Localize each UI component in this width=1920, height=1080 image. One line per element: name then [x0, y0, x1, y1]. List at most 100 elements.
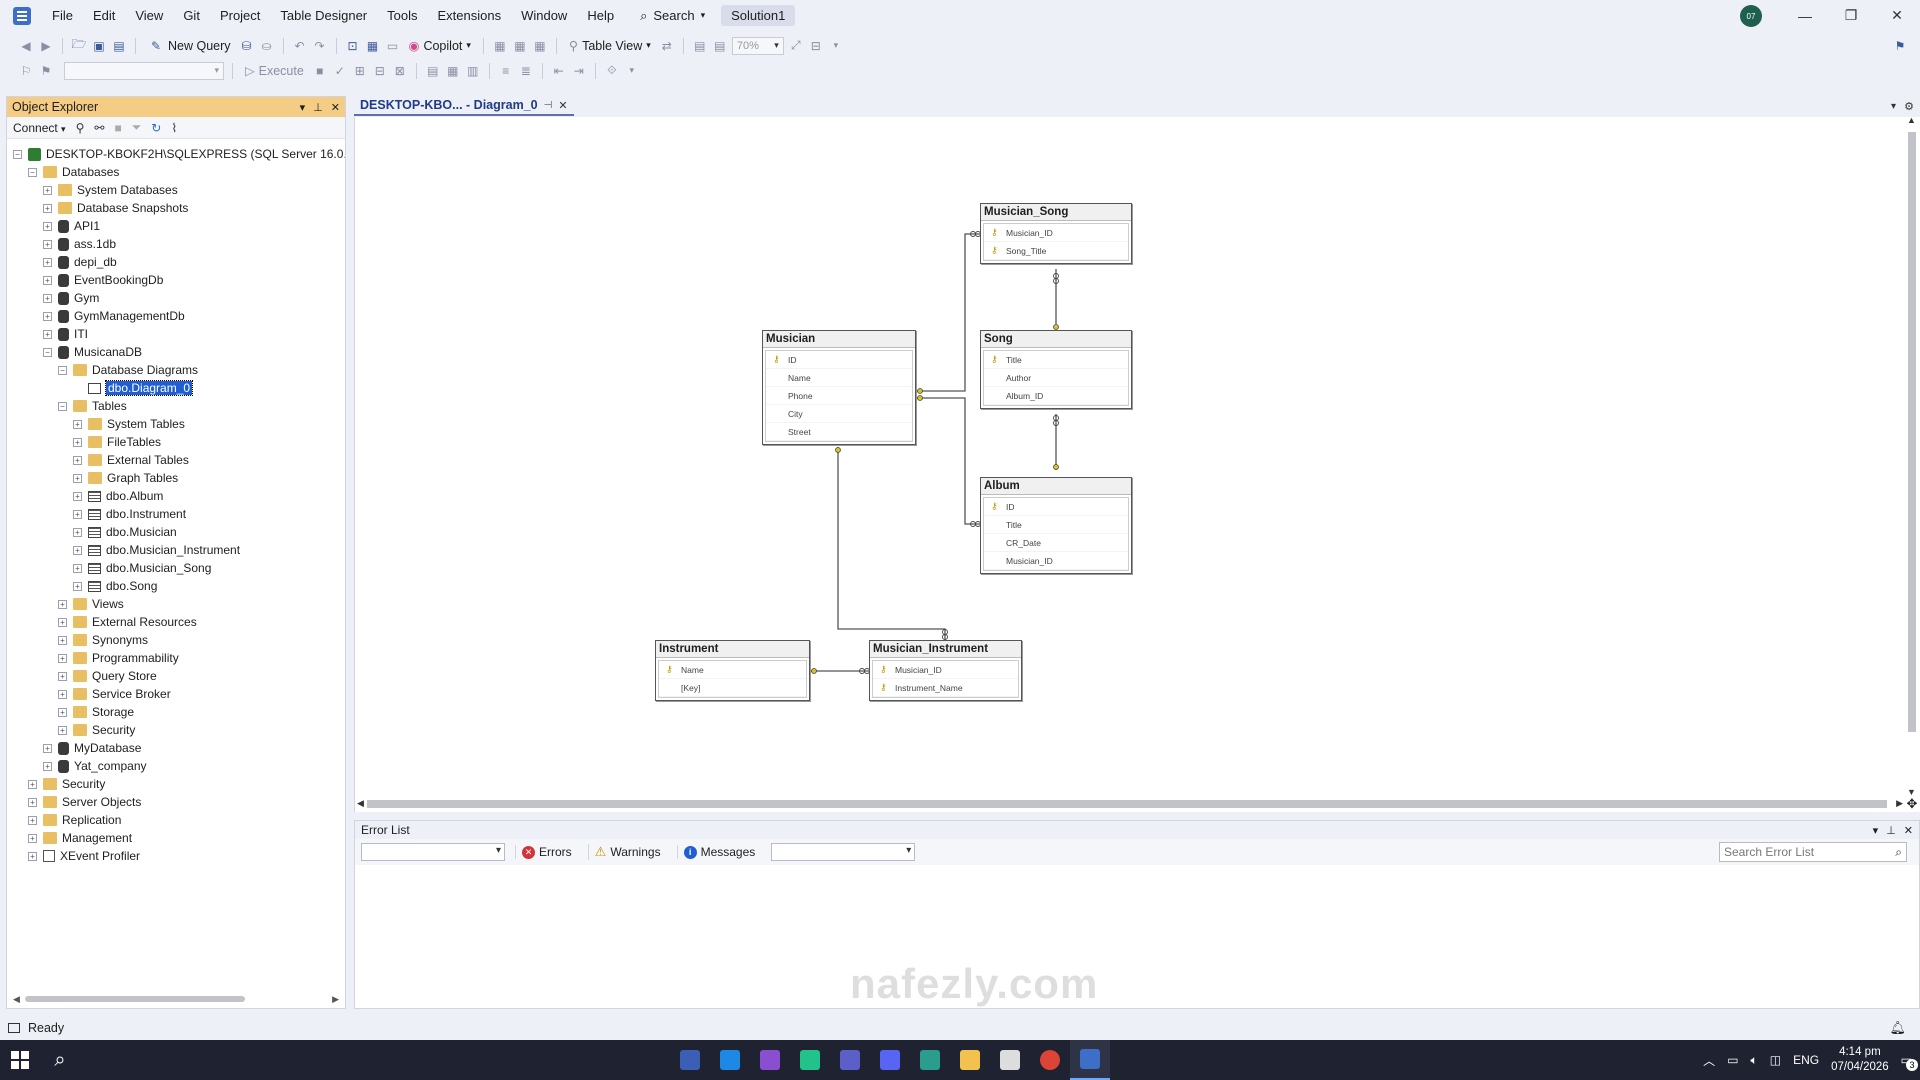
diagram-column[interactable]: ⚷ Title: [984, 351, 1128, 369]
customize-icon[interactable]: ▾: [828, 38, 844, 54]
close-icon[interactable]: ✕: [1904, 824, 1913, 837]
expand-icon[interactable]: +: [43, 329, 52, 339]
diagram-column[interactable]: [Key]: [659, 679, 806, 697]
tree-node[interactable]: + Security: [58, 721, 135, 739]
tree-node[interactable]: − Tables: [58, 397, 127, 415]
layout-icon[interactable]: ▤: [692, 38, 708, 54]
menu-project[interactable]: Project: [210, 4, 270, 27]
diagram-column[interactable]: Author: [984, 369, 1128, 387]
restore-icon[interactable]: ❐: [1828, 7, 1874, 24]
back-icon[interactable]: ◀: [18, 38, 34, 54]
table-view-button[interactable]: ⚲ Table View ▾: [565, 38, 655, 54]
build-filter-select[interactable]: [771, 843, 916, 861]
comment-icon[interactable]: ≡: [498, 63, 514, 79]
expand-icon[interactable]: +: [58, 653, 67, 663]
scroll-right-icon[interactable]: ▶: [332, 994, 339, 1005]
diagram-table-song[interactable]: Song ⚷ Title Author Album_ID: [980, 330, 1132, 409]
diagram-column[interactable]: ⚷ ID: [766, 351, 912, 369]
page-break-icon[interactable]: ⊟: [808, 38, 824, 54]
expand-icon[interactable]: +: [73, 581, 82, 591]
scroll-left-icon[interactable]: ◀: [13, 994, 20, 1005]
menu-extensions[interactable]: Extensions: [427, 4, 511, 27]
diagram-table-musician[interactable]: Musician ⚷ ID Name Phone City Street: [762, 330, 916, 445]
menu-window[interactable]: Window: [511, 4, 577, 27]
close-icon[interactable]: ✕: [1874, 7, 1920, 24]
refresh-icon[interactable]: ↻: [151, 121, 161, 135]
disconnect-plug-icon[interactable]: ⚯: [94, 121, 104, 135]
tree-node[interactable]: − DESKTOP-KBOKF2H\SQLEXPRESS (SQL Server …: [13, 145, 345, 163]
specify-values-icon[interactable]: ⟐: [604, 63, 620, 79]
expand-icon[interactable]: +: [43, 203, 52, 213]
diagram-column[interactable]: Street: [766, 423, 912, 441]
activity-monitor-icon[interactable]: ⊡: [345, 38, 361, 54]
expand-icon[interactable]: +: [58, 617, 67, 627]
expand-icon[interactable]: +: [43, 311, 52, 321]
tree-node[interactable]: + System Tables: [73, 415, 185, 433]
expand-icon[interactable]: +: [43, 761, 52, 771]
grid2-icon[interactable]: ▦: [512, 38, 528, 54]
tree-node[interactable]: + Query Store: [58, 667, 157, 685]
diagram-column[interactable]: Phone: [766, 387, 912, 405]
activity-monitor-icon[interactable]: ⌇: [171, 121, 177, 135]
diagram-column[interactable]: ⚷ Name: [659, 661, 806, 679]
expand-icon[interactable]: +: [43, 257, 52, 267]
disconnect-icon[interactable]: ⚑: [38, 63, 54, 79]
diagram-table-title[interactable]: Instrument: [656, 641, 809, 658]
database-query-icon[interactable]: ⛁: [239, 38, 255, 54]
menu-git[interactable]: Git: [173, 4, 210, 27]
tree-node[interactable]: + Yat_company: [43, 757, 147, 775]
diagram-table-musician-song[interactable]: Musician_Song ⚷ Musician_ID ⚷ Song_Title: [980, 203, 1132, 264]
horizontal-scrollbar[interactable]: ◀ ▶: [355, 796, 1905, 812]
scroll-thumb[interactable]: [25, 996, 245, 1002]
scroll-up-icon[interactable]: ▲: [1907, 115, 1916, 125]
navigator-icon[interactable]: ✥: [1904, 796, 1920, 812]
expand-icon[interactable]: +: [43, 239, 52, 249]
tree-node[interactable]: + XEvent Profiler: [28, 847, 140, 865]
tree-node[interactable]: + dbo.Album: [73, 487, 163, 505]
tree-node[interactable]: dbo.Diagram_0: [73, 379, 194, 397]
tree-node[interactable]: + depi_db: [43, 253, 117, 271]
tree-node[interactable]: + API1: [43, 217, 100, 235]
collapse-icon[interactable]: −: [58, 365, 67, 375]
tree-node[interactable]: + dbo.Musician_Song: [73, 559, 211, 577]
tree-node[interactable]: + Management: [28, 829, 132, 847]
expand-icon[interactable]: +: [58, 707, 67, 717]
expand-icon[interactable]: +: [28, 779, 37, 789]
diagram-column[interactable]: ⚷ Musician_ID: [984, 224, 1128, 242]
tree-node[interactable]: − Database Diagrams: [58, 361, 198, 379]
minimize-icon[interactable]: —: [1782, 8, 1828, 24]
search-button[interactable]: ⌕ Search ▾: [630, 5, 715, 27]
zoom-fit-icon[interactable]: ⤢: [788, 38, 804, 54]
connect-icon[interactable]: ⚐: [18, 63, 34, 79]
diagram-table-title[interactable]: Song: [981, 331, 1131, 348]
stop-icon[interactable]: ■: [114, 121, 121, 135]
taskbar-app-vscode[interactable]: [710, 1040, 750, 1080]
notification-center-button[interactable]: ▭ 3: [1901, 1053, 1918, 1071]
expand-icon[interactable]: +: [58, 671, 67, 681]
expand-icon[interactable]: +: [28, 797, 37, 807]
expand-icon[interactable]: +: [43, 221, 52, 231]
diagram-table-title[interactable]: Musician_Song: [981, 204, 1131, 221]
collapse-icon[interactable]: −: [58, 401, 67, 411]
battery-icon[interactable]: ▭: [1727, 1053, 1738, 1067]
tree-node[interactable]: + FileTables: [73, 433, 161, 451]
expand-icon[interactable]: +: [73, 437, 82, 447]
collapse-icon[interactable]: −: [43, 347, 52, 357]
taskbar-app-edge[interactable]: [910, 1040, 950, 1080]
ssms-logo-icon[interactable]: [12, 6, 32, 26]
solution-name[interactable]: Solution1: [721, 5, 796, 26]
taskbar-app-snipping[interactable]: [670, 1040, 710, 1080]
feedback-icon[interactable]: ⚑: [1892, 38, 1908, 54]
expand-icon[interactable]: +: [43, 185, 52, 195]
expand-icon[interactable]: +: [73, 473, 82, 483]
menu-view[interactable]: View: [125, 4, 173, 27]
expand-icon[interactable]: +: [73, 545, 82, 555]
execute-button[interactable]: ▷ Execute: [241, 63, 308, 79]
expand-icon[interactable]: +: [73, 527, 82, 537]
expand-icon[interactable]: +: [28, 815, 37, 825]
save-icon[interactable]: ▣: [91, 38, 107, 54]
tree-node[interactable]: + System Databases: [43, 181, 178, 199]
expand-icon[interactable]: +: [43, 743, 52, 753]
diagram-table-album[interactable]: Album ⚷ ID Title CR_Date Musician_ID: [980, 477, 1132, 574]
start-button[interactable]: [0, 1040, 40, 1080]
